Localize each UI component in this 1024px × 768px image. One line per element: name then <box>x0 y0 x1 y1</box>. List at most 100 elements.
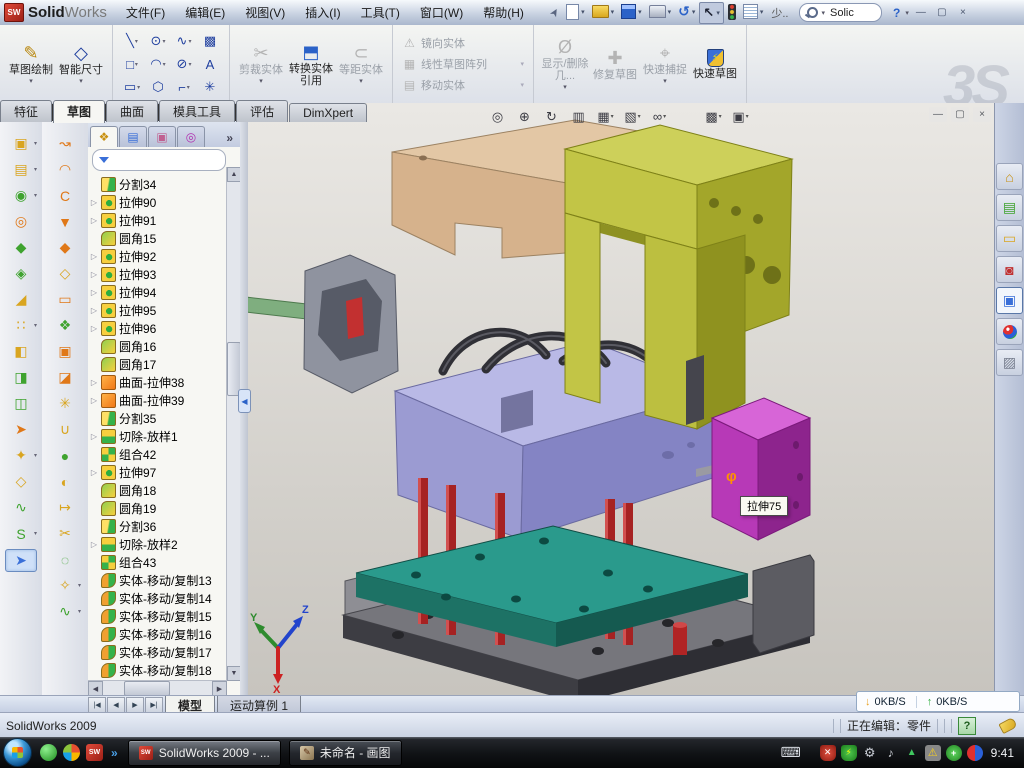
menu-item[interactable]: 窗口(W) <box>411 1 472 24</box>
view-orientation-icon[interactable]: ▦ <box>593 106 618 127</box>
panel-splitter[interactable]: ◀ <box>240 121 248 695</box>
menu-item[interactable]: 编辑(E) <box>176 1 234 24</box>
tree-item[interactable]: ▷ 实体-移动/复制14 <box>90 589 240 607</box>
start-button[interactable] <box>3 738 32 767</box>
mirror-icon[interactable]: ◨ <box>6 367 36 388</box>
expand-arrow-icon[interactable]: ▷ <box>90 198 98 207</box>
flatten-icon[interactable]: ◇ <box>50 263 80 284</box>
tree-item[interactable]: ▷ 实体-移动/复制16 <box>90 625 240 643</box>
extruded-cut-icon[interactable]: ▤ <box>6 159 36 180</box>
tree-item[interactable]: ▷ 拉伸94 <box>90 283 240 301</box>
rapid-sketch-button[interactable]: ⚡ 快速草图 <box>690 28 740 100</box>
pattern-icon[interactable]: ∷ <box>6 315 36 336</box>
delete-body-icon[interactable]: ◇ <box>6 471 36 492</box>
spline-tool-icon[interactable]: S <box>6 523 36 544</box>
featuremanager-tree-tab[interactable]: ❖ <box>90 126 118 147</box>
extruded-boss-icon[interactable]: ▣ <box>6 133 36 154</box>
rectangle-icon[interactable]: □ <box>119 53 145 76</box>
doc-close-button[interactable]: × <box>973 107 991 122</box>
tree-vertical-scrollbar[interactable]: ▲ ▼ <box>226 167 240 681</box>
polygon-icon[interactable]: ⬡ <box>145 76 171 99</box>
tree-item[interactable]: ▷ 实体-移动/复制18 <box>90 661 240 679</box>
smart-dimension-button[interactable]: ◇ 智能尺寸 ▾ <box>56 28 106 100</box>
expand-arrow-icon[interactable]: ▷ <box>90 288 98 297</box>
untrim-surface-icon[interactable]: ◌ <box>50 549 80 570</box>
planar-surface-icon[interactable]: ▭ <box>50 289 80 310</box>
tree-item[interactable]: ▷ 分割35 <box>90 409 240 427</box>
menu-item[interactable]: 视图(V) <box>236 1 294 24</box>
tab-nav-button[interactable]: ▶ <box>126 697 144 713</box>
ribbon-tab[interactable]: 草图 <box>53 100 105 123</box>
graphics-viewport[interactable]: φ <box>248 103 995 695</box>
loft-icon[interactable]: ◆ <box>6 237 36 258</box>
propertymanager-tab[interactable]: ▤ <box>119 126 147 147</box>
split-icon[interactable]: ◫ <box>6 393 36 414</box>
rebuild-traffic-light-icon[interactable] <box>725 2 739 22</box>
sketch-button[interactable]: ✎ 草图绘制 ▾ <box>6 28 56 100</box>
display-style-icon[interactable]: ▧ <box>620 106 645 127</box>
tree-item[interactable]: ▷ 拉伸93 <box>90 265 240 283</box>
circle-icon[interactable]: ⊙ <box>145 30 171 53</box>
menu-item[interactable]: 工具(T) <box>352 1 409 24</box>
sketch-dropdown-icon[interactable]: ▾ <box>29 77 33 85</box>
ribbon-tab[interactable]: 特征 <box>0 100 52 122</box>
taskbar-window-button[interactable]: ✎ 未命名 - 画图 <box>289 740 402 766</box>
expand-arrow-icon[interactable]: ▷ <box>90 540 98 549</box>
tree-item[interactable]: ▷ 分割36 <box>90 517 240 535</box>
tree-item[interactable]: ▷ 圆角18 <box>90 481 240 499</box>
draft-icon[interactable]: ◢ <box>6 289 36 310</box>
expand-arrow-icon[interactable]: ▷ <box>90 324 98 333</box>
save-icon[interactable] <box>618 2 645 22</box>
instant3d-icon[interactable]: ➤ <box>5 549 37 572</box>
knit-surface-icon[interactable]: ∪ <box>50 419 80 440</box>
tree-item[interactable]: ▷ 实体-移动/复制13 <box>90 571 240 589</box>
thicken-icon[interactable]: ❖ <box>50 315 80 336</box>
ribbon-tab[interactable]: DimXpert <box>289 103 367 122</box>
rib-icon[interactable]: ◧ <box>6 341 36 362</box>
new-document-icon[interactable] <box>563 2 588 22</box>
zoom-fit-icon[interactable]: ◎ <box>485 106 510 127</box>
select-cursor-icon[interactable] <box>699 2 723 24</box>
model-canvas[interactable]: φ <box>248 103 995 695</box>
text-icon[interactable]: A <box>197 53 223 76</box>
dimxpertmanager-tab[interactable]: ◎ <box>177 126 205 147</box>
taskbar-clock[interactable]: 9:41 <box>991 746 1014 760</box>
section-view-icon[interactable]: ▥ <box>566 106 591 127</box>
tab-nav-button[interactable]: ▶| <box>145 697 163 713</box>
tree-item[interactable]: ▷ 拉伸96 <box>90 319 240 337</box>
camera-icon[interactable]: ▣ <box>728 106 753 127</box>
minimize-button[interactable]: — <box>912 5 930 20</box>
scroll-up-icon[interactable]: ▲ <box>227 167 241 182</box>
tree-item[interactable]: ▷ 圆角16 <box>90 337 240 355</box>
slot-icon[interactable]: ▭ <box>119 76 145 99</box>
ribbon-tab[interactable]: 曲面 <box>106 100 158 122</box>
quick-launch-overflow-icon[interactable]: » <box>111 746 118 760</box>
rotate-view-icon[interactable]: ↻ <box>539 106 564 127</box>
app-ball-icon[interactable] <box>63 744 80 761</box>
expand-arrow-icon[interactable]: ▷ <box>90 396 98 405</box>
circle-badge-icon[interactable] <box>967 745 983 761</box>
insert-part-icon[interactable]: ✦ <box>6 445 36 466</box>
model-magenta-block[interactable]: φ <box>712 398 810 540</box>
volume-icon[interactable]: ♪ <box>883 745 899 761</box>
help-button[interactable]: ? <box>889 6 904 20</box>
language-keyboard-icon[interactable]: ⌨ <box>783 745 799 761</box>
tree-item[interactable]: ▷ 圆角17 <box>90 355 240 373</box>
hide-show-items-icon[interactable]: ∞ <box>647 106 672 127</box>
repair-sketch-button[interactable]: ✚ 修复草图 <box>590 28 640 100</box>
model-slide-unit[interactable] <box>248 255 398 393</box>
help-dropdown-icon[interactable]: ▾ <box>905 9 909 17</box>
move-entities-button[interactable]: ▤ 移动实体 ▾ <box>399 76 527 94</box>
wrap-icon[interactable]: C <box>50 185 80 206</box>
taskbar-window-button[interactable]: SW SolidWorks 2009 - ... <box>128 740 281 766</box>
options-list-icon[interactable] <box>740 2 767 22</box>
scroll-thumb-horizontal[interactable] <box>124 681 170 696</box>
fillet-icon[interactable]: ◉ <box>6 185 36 206</box>
tree-item[interactable]: ▷ 拉伸97 <box>90 463 240 481</box>
indent-icon[interactable]: ◆ <box>50 237 80 258</box>
tree-item[interactable]: ▷ 圆角15 <box>90 229 240 247</box>
display-delete-relations-button[interactable]: Ø 显示/删除几... ▾ <box>540 28 590 100</box>
search-input[interactable] <box>828 6 874 20</box>
resources-home-icon[interactable]: ⌂ <box>996 163 1023 190</box>
search-dropdown-icon[interactable]: ▾ <box>821 9 825 17</box>
